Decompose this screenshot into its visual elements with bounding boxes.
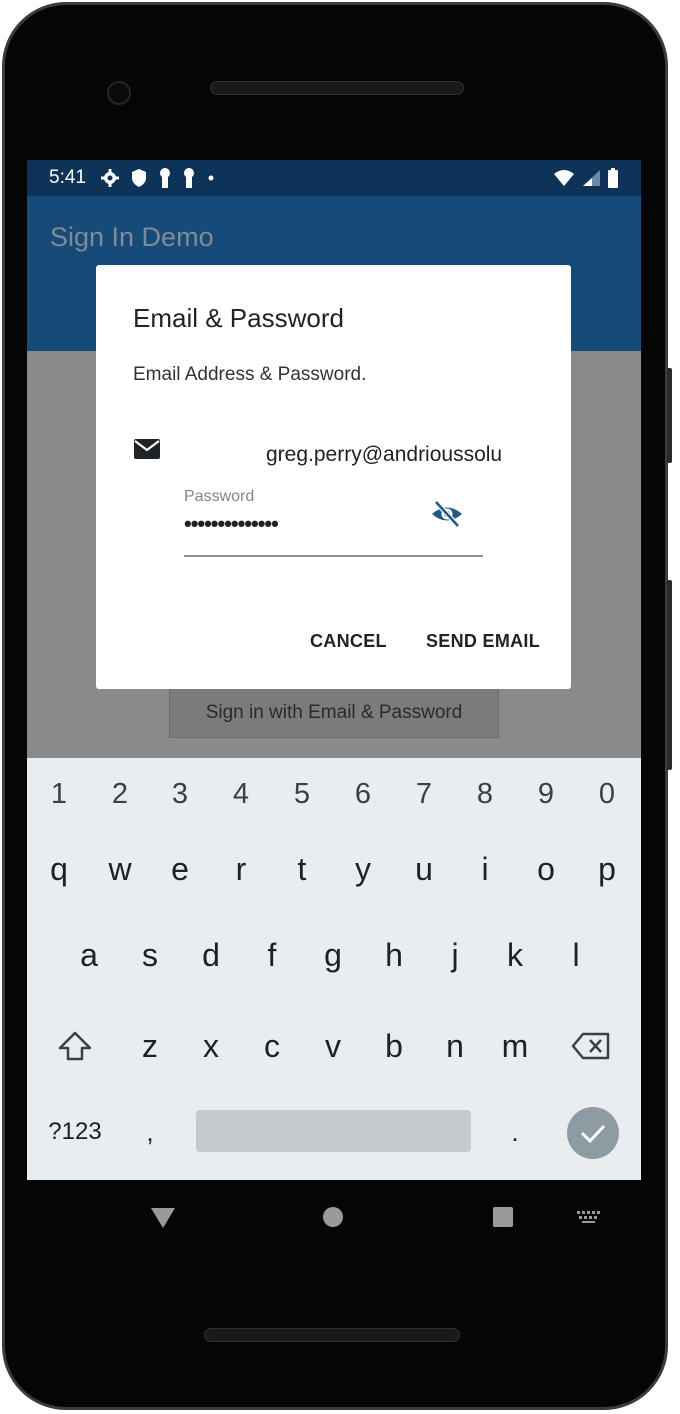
key-w[interactable]: w: [90, 839, 150, 899]
key-u[interactable]: u: [394, 839, 454, 899]
keyboard-switch-icon[interactable]: [576, 1210, 602, 1224]
key-1[interactable]: 1: [29, 764, 89, 824]
key-4[interactable]: 4: [211, 764, 271, 824]
key-0[interactable]: 0: [577, 764, 637, 824]
key-o[interactable]: o: [516, 839, 576, 899]
keyhole-icon: [159, 168, 170, 188]
cancel-button[interactable]: CANCEL: [310, 631, 387, 652]
mail-icon: [134, 439, 160, 459]
battery-icon: [608, 168, 618, 188]
key-b[interactable]: b: [364, 1016, 424, 1076]
email-password-dialog: Email & Password Email Address & Passwor…: [96, 265, 571, 689]
visibility-off-icon[interactable]: [430, 499, 464, 529]
app-title: Sign In Demo: [50, 222, 214, 252]
power-button: [667, 368, 672, 463]
bottom-speaker: [204, 1328, 460, 1342]
key-e[interactable]: e: [150, 839, 210, 899]
key-z[interactable]: z: [120, 1016, 180, 1076]
key-d[interactable]: d: [181, 925, 241, 985]
navigation-bar: [27, 1180, 641, 1252]
key-q[interactable]: q: [29, 839, 89, 899]
back-icon[interactable]: [150, 1207, 176, 1229]
key-i[interactable]: i: [455, 839, 515, 899]
dialog-message: Email Address & Password.: [133, 364, 367, 385]
key-3[interactable]: 3: [150, 764, 210, 824]
keyboard-row-3: z x c v b n m: [27, 1016, 641, 1076]
key-k[interactable]: k: [485, 925, 545, 985]
keyboard: 1 2 3 4 5 6 7 8 9 0 q w e r t y u i o p …: [27, 758, 641, 1180]
send-email-button[interactable]: SEND EMAIL: [426, 631, 540, 652]
backspace-key[interactable]: [561, 1016, 621, 1076]
key-s[interactable]: s: [120, 925, 180, 985]
symbols-key[interactable]: ?123: [45, 1102, 105, 1162]
settings-icon: [100, 169, 119, 187]
key-j[interactable]: j: [425, 925, 485, 985]
volume-button: [667, 580, 672, 770]
password-field[interactable]: ••••••••••••••: [184, 511, 279, 537]
keyhole-icon: [183, 168, 194, 188]
key-2[interactable]: 2: [90, 764, 150, 824]
key-v[interactable]: v: [303, 1016, 363, 1076]
key-x[interactable]: x: [181, 1016, 241, 1076]
sign-in-email-button: Sign in with Email & Password: [169, 688, 499, 738]
top-speaker: [210, 81, 464, 95]
key-period[interactable]: .: [485, 1102, 545, 1162]
recents-icon[interactable]: [492, 1206, 514, 1228]
shift-icon: [58, 1031, 92, 1061]
key-p[interactable]: p: [577, 839, 637, 899]
key-m[interactable]: m: [485, 1016, 545, 1076]
done-key[interactable]: [567, 1107, 619, 1159]
key-f[interactable]: f: [242, 925, 302, 985]
password-underline: [184, 555, 483, 557]
shield-icon: [131, 169, 146, 187]
status-time: 5:41: [49, 167, 86, 188]
key-r[interactable]: r: [211, 839, 271, 899]
key-comma[interactable]: ,: [120, 1102, 180, 1162]
shift-key[interactable]: [45, 1016, 105, 1076]
status-bar: 5:41: [27, 160, 641, 196]
key-a[interactable]: a: [59, 925, 119, 985]
backspace-icon: [571, 1032, 610, 1060]
key-8[interactable]: 8: [455, 764, 515, 824]
key-h[interactable]: h: [364, 925, 424, 985]
home-icon[interactable]: [322, 1206, 344, 1228]
key-t[interactable]: t: [272, 839, 332, 899]
key-5[interactable]: 5: [272, 764, 332, 824]
email-field[interactable]: greg.perry@andrioussolu: [266, 443, 535, 467]
keyboard-row-1: q w e r t y u i o p: [27, 839, 641, 899]
key-9[interactable]: 9: [516, 764, 576, 824]
key-g[interactable]: g: [303, 925, 363, 985]
password-label: Password: [184, 488, 255, 505]
key-y[interactable]: y: [333, 839, 393, 899]
key-c[interactable]: c: [242, 1016, 302, 1076]
space-key[interactable]: [196, 1110, 471, 1152]
key-6[interactable]: 6: [333, 764, 393, 824]
front-camera: [107, 81, 131, 105]
wifi-icon: [554, 170, 574, 186]
cell-signal-icon: [583, 170, 600, 186]
keyboard-number-row: 1 2 3 4 5 6 7 8 9 0: [27, 764, 641, 824]
key-7[interactable]: 7: [394, 764, 454, 824]
notification-dot-icon: [208, 175, 214, 181]
dialog-title: Email & Password: [133, 303, 344, 333]
screen: 5:41 Sign In Demo Sign in with Email & P…: [27, 160, 641, 1180]
key-n[interactable]: n: [425, 1016, 485, 1076]
key-l[interactable]: l: [546, 925, 606, 985]
check-icon: [580, 1124, 606, 1144]
keyboard-row-2: a s d f g h j k l: [27, 925, 641, 985]
